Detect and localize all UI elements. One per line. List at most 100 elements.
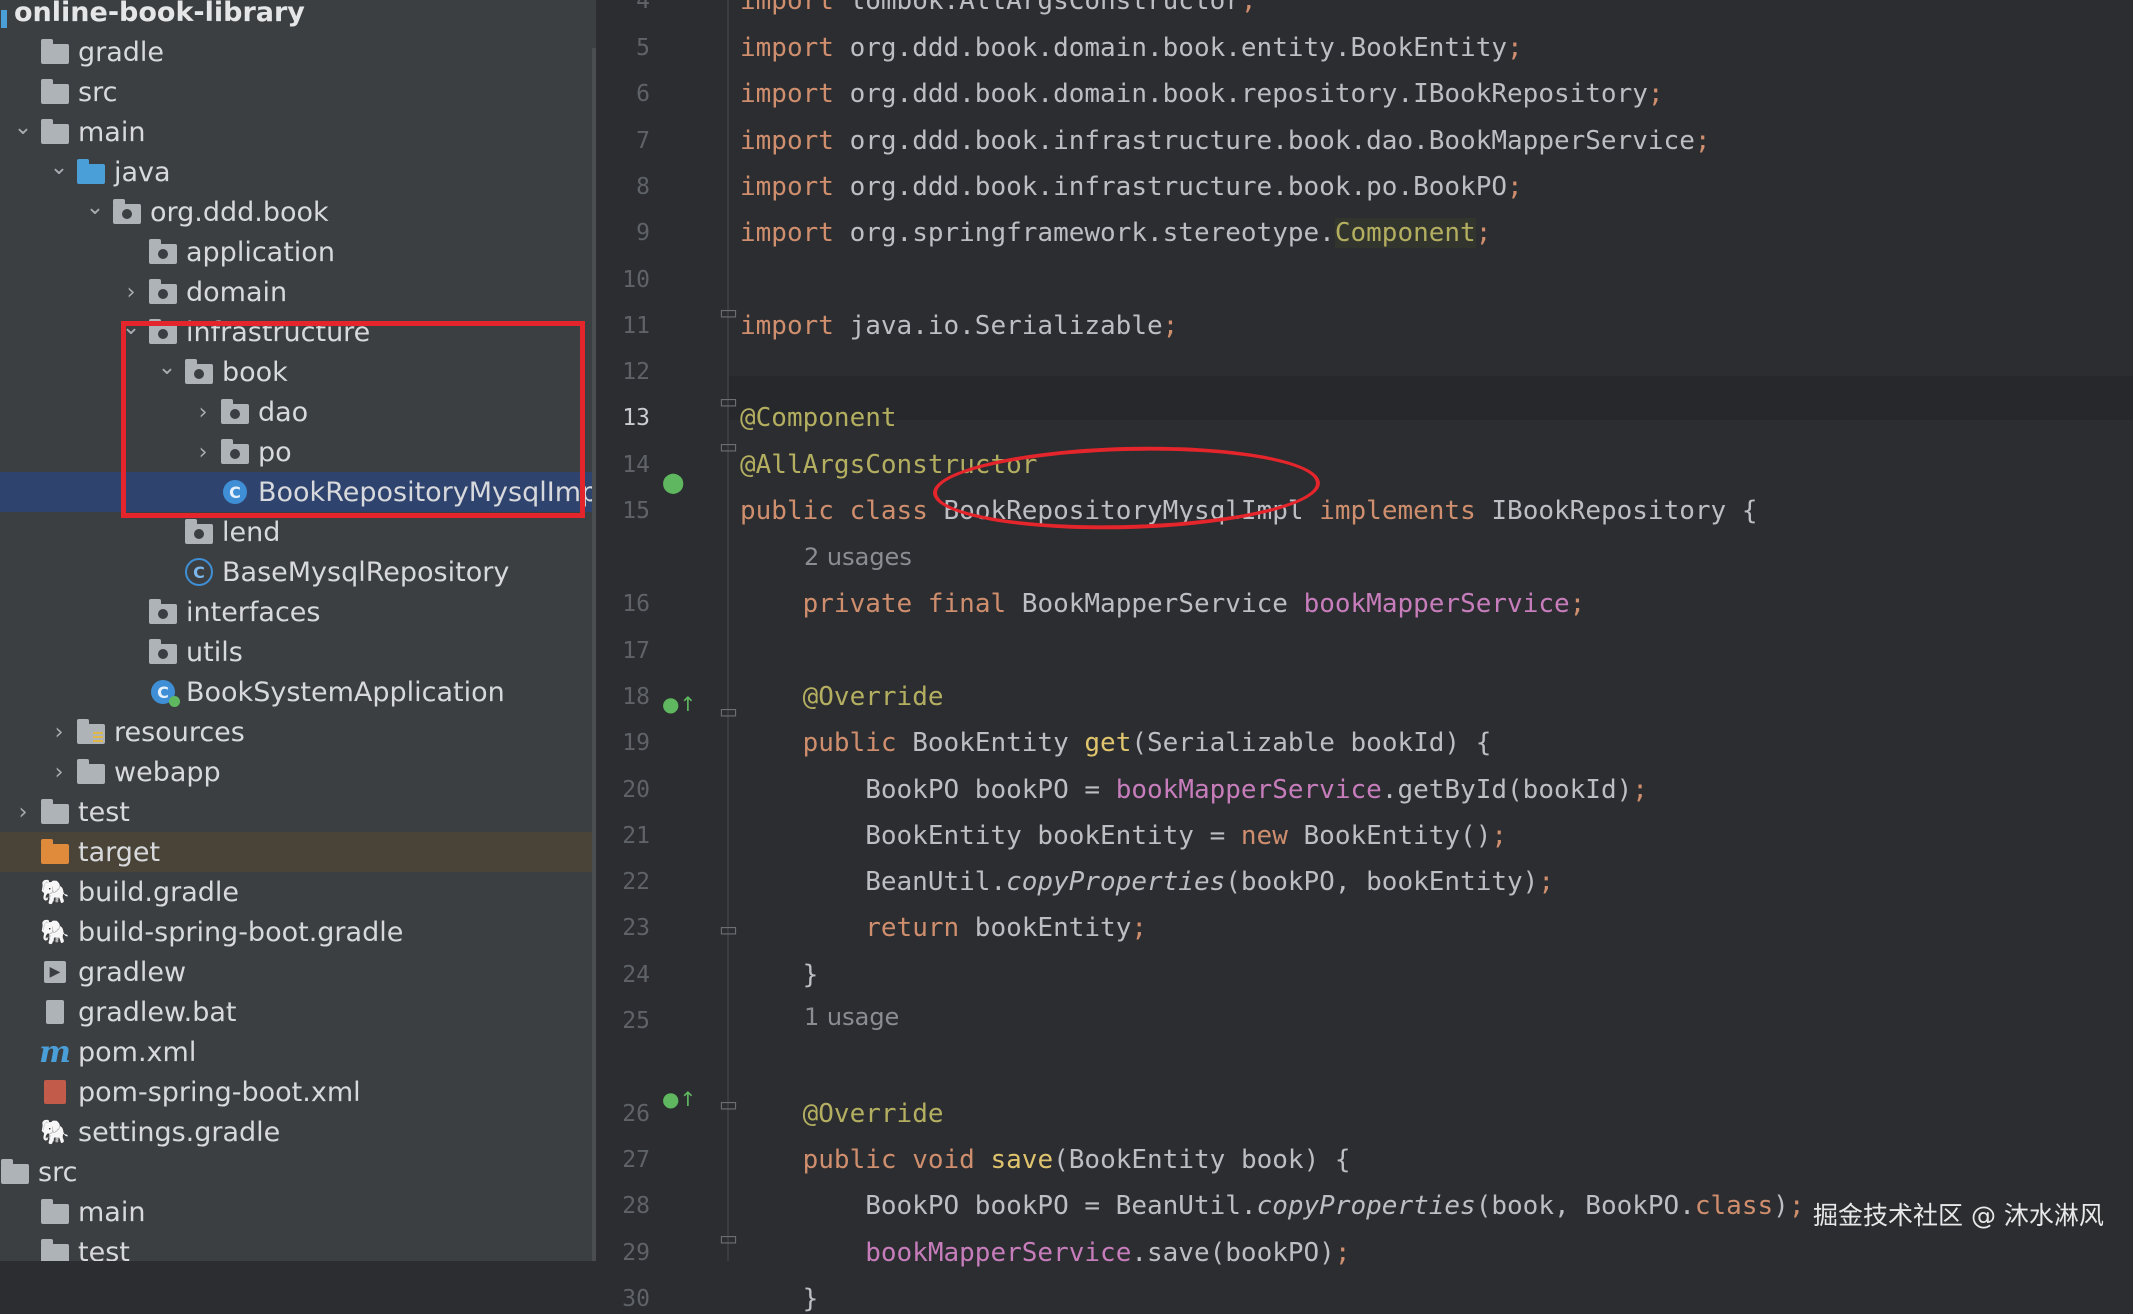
implements-method-icon[interactable]: ●↑ <box>662 692 696 716</box>
folder-icon <box>40 1239 70 1261</box>
tree-item-settings-gradle[interactable]: ›🐘settings.gradle <box>0 1112 596 1152</box>
package-icon <box>148 639 178 665</box>
source-folder-icon <box>76 159 106 185</box>
code-line[interactable]: } <box>740 960 819 990</box>
usages-hint[interactable]: 2 usages <box>804 543 912 571</box>
tree-item-label: pom-spring-boot.xml <box>78 1076 361 1108</box>
tree-item-build-spring-boot-gradle[interactable]: ›🐘build-spring-boot.gradle <box>0 912 596 952</box>
code-line[interactable]: import org.ddd.book.domain.book.reposito… <box>740 79 1664 109</box>
tree-item-test[interactable]: ›test <box>0 1232 596 1261</box>
tree-item-label: src <box>78 76 118 108</box>
code-line[interactable]: BookEntity bookEntity = new BookEntity()… <box>740 821 1507 851</box>
tree-item-test[interactable]: ›test <box>0 792 596 832</box>
line-number: 4 <box>636 0 650 14</box>
tree-item-resources[interactable]: › resources <box>0 712 596 752</box>
tree-item-label: gradle <box>78 36 165 68</box>
code-line[interactable]: public BookEntity get(Serializable bookI… <box>740 728 1492 758</box>
tree-item-label: build-spring-boot.gradle <box>78 916 404 948</box>
line-number: 10 <box>622 267 650 293</box>
tree-item-pom-xml[interactable]: ›mpom.xml <box>0 1032 596 1072</box>
fold-icon[interactable]: ▭ <box>719 917 738 941</box>
tree-item-pom-spring-boot-xml[interactable]: ›pom-spring-boot.xml <box>0 1072 596 1112</box>
fold-icon[interactable]: ▭ <box>719 389 738 413</box>
tree-item-application[interactable]: ›application <box>0 232 596 272</box>
fold-icon[interactable]: ▭ <box>719 1092 738 1116</box>
chevron-down-icon[interactable]: ⌄ <box>42 147 76 187</box>
code-line[interactable]: import org.ddd.book.infrastructure.book.… <box>740 172 1523 202</box>
line-number: 7 <box>636 128 650 154</box>
line-number: 23 <box>622 915 650 941</box>
tree-item-interfaces[interactable]: ›interfaces <box>0 592 596 632</box>
tree-item-booksystemapplication[interactable]: ›CBookSystemApplication <box>0 672 596 712</box>
tree-item-online-book-library[interactable]: online-book-library <box>0 0 596 32</box>
tree-item-label: resources <box>114 716 245 748</box>
package-icon <box>184 519 214 545</box>
code-line[interactable]: @Override <box>740 682 944 712</box>
fold-icon[interactable]: ▭ <box>719 300 738 324</box>
tree-item-label: gradlew <box>78 956 187 988</box>
line-number: 5 <box>636 35 650 61</box>
file-icon <box>40 999 70 1025</box>
chevron-right-icon[interactable]: › <box>114 272 148 312</box>
code-line[interactable]: import java.io.Serializable; <box>740 311 1178 341</box>
line-number: 25 <box>622 1008 650 1034</box>
code-line[interactable]: @Component <box>740 403 897 433</box>
tree-item-src[interactable]: src <box>0 1152 596 1192</box>
code-line[interactable]: import org.springframework.stereotype.Co… <box>740 218 1491 248</box>
code-line[interactable]: import lombok.AllArgsConstructor; <box>740 0 1257 16</box>
chevron-right-icon[interactable]: › <box>6 792 40 832</box>
line-number: 29 <box>622 1240 650 1266</box>
tree-item-label: interfaces <box>186 596 321 628</box>
code-editor[interactable]: import lombok.AllArgsConstructor; import … <box>740 0 2133 1314</box>
tree-item-gradlew[interactable]: ›▶gradlew <box>0 952 596 992</box>
tree-item-org-ddd-book[interactable]: ⌄ org.ddd.book <box>0 192 596 232</box>
tree-item-build-gradle[interactable]: ›🐘build.gradle <box>0 872 596 912</box>
tree-item-label: pom.xml <box>78 1036 197 1068</box>
line-number: 13 <box>622 405 650 431</box>
chevron-down-icon[interactable]: ⌄ <box>6 107 40 147</box>
package-icon <box>148 279 178 305</box>
line-number: 28 <box>622 1193 650 1219</box>
code-line[interactable]: import org.ddd.book.infrastructure.book.… <box>740 126 1711 156</box>
tree-item-main[interactable]: ⌄ main <box>0 112 596 152</box>
code-line[interactable]: BookPO bookPO = bookMapperService.getByI… <box>740 775 1648 805</box>
usages-hint[interactable]: 1 usage <box>804 1003 899 1031</box>
shell-script-icon: ▶ <box>40 959 70 985</box>
tree-item-main[interactable]: ›main <box>0 1192 596 1232</box>
code-line[interactable]: return bookEntity; <box>740 913 1147 943</box>
tree-item-java[interactable]: ⌄ java <box>0 152 596 192</box>
bean-gutter-icon[interactable]: ⬤ <box>662 470 684 494</box>
line-number: 20 <box>622 777 650 803</box>
code-line[interactable]: private final BookMapperService bookMapp… <box>740 589 1586 619</box>
tree-item-label: settings.gradle <box>78 1116 281 1148</box>
code-line[interactable]: BeanUtil.copyProperties(bookPO, bookEnti… <box>740 867 1554 897</box>
implements-method-icon[interactable]: ●↑ <box>662 1087 696 1111</box>
tree-item-basemysqlrepository[interactable]: ›CBaseMysqlRepository <box>0 552 596 592</box>
tree-item-gradlew-bat[interactable]: ›gradlew.bat <box>0 992 596 1032</box>
code-line[interactable]: import org.ddd.book.domain.book.entity.B… <box>740 33 1523 63</box>
tree-item-gradle[interactable]: ›gradle <box>0 32 596 72</box>
fold-icon[interactable]: ▭ <box>719 434 738 458</box>
chevron-down-icon[interactable]: ⌄ <box>78 187 112 227</box>
tree-item-src[interactable]: ›src <box>0 72 596 112</box>
fold-icon[interactable]: ▭ <box>719 699 738 723</box>
line-number: 26 <box>622 1101 650 1127</box>
tree-item-webapp[interactable]: › webapp <box>0 752 596 792</box>
tree-item-domain[interactable]: › domain <box>0 272 596 312</box>
tree-item-lend[interactable]: ›lend <box>0 512 596 552</box>
line-number: 12 <box>622 359 650 385</box>
code-line[interactable]: } <box>740 1284 819 1314</box>
tree-item-utils[interactable]: ›utils <box>0 632 596 672</box>
fold-icon[interactable]: ▭ <box>719 1226 738 1250</box>
chevron-right-icon[interactable]: › <box>42 752 76 792</box>
tree-item-label: utils <box>186 636 243 668</box>
chevron-right-icon[interactable]: › <box>42 712 76 752</box>
tree-scrollbar[interactable] <box>592 48 596 1261</box>
tree-item-label: application <box>186 236 335 268</box>
code-line[interactable]: BookPO bookPO = BeanUtil.copyProperties(… <box>740 1191 1804 1221</box>
code-line[interactable]: bookMapperService.save(bookPO); <box>740 1238 1350 1268</box>
code-line[interactable]: public void save(BookEntity book) { <box>740 1145 1351 1175</box>
code-line[interactable]: @Override <box>740 1099 944 1129</box>
tree-item-target[interactable]: ›target <box>0 832 596 872</box>
tree-item-label: test <box>78 1236 130 1262</box>
